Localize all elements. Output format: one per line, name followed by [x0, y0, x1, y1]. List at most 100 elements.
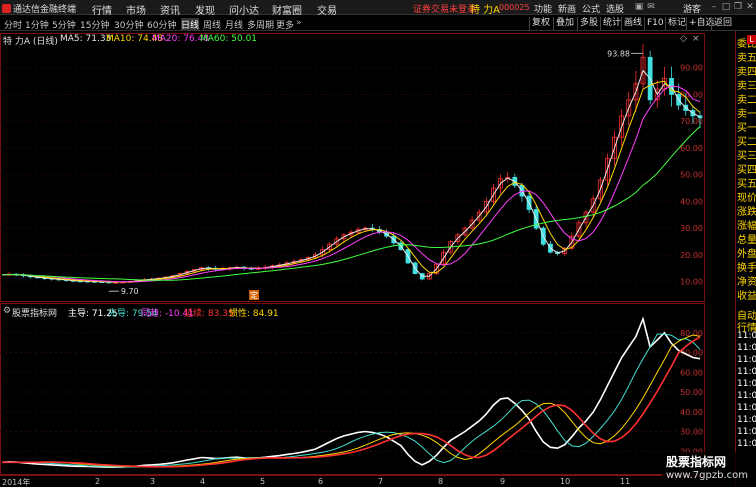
- quote-field: 买三: [737, 151, 756, 162]
- btn-fuquan[interactable]: 复权: [529, 17, 552, 30]
- period-weekly[interactable]: 周线: [203, 18, 221, 31]
- x-tick-label: 9: [500, 477, 506, 486]
- btn-diejia[interactable]: 叠加: [553, 17, 576, 30]
- y-tick-label: 20.00: [680, 251, 703, 260]
- menu-gongshi[interactable]: 公式: [582, 2, 600, 15]
- y-tick-label: 60.00: [680, 144, 703, 153]
- x-tick-label: 7: [378, 477, 384, 486]
- x-axis: 2014年 2 3 4 5 6 7 8 9 10 11: [0, 475, 705, 487]
- period-fenshi[interactable]: 分时: [4, 18, 22, 31]
- tick-field: 11:08: [737, 355, 756, 365]
- indicator-legend: ⚙ 股票指标网 主导: 71.25 先导: 79.54 同趋: -10.41 延续: 83…: [0, 305, 756, 319]
- legend-ma5: MA5: 71.33: [60, 34, 112, 44]
- period-monthly[interactable]: 月线: [225, 18, 243, 31]
- quote-field: 涨幅: [737, 221, 756, 232]
- close-icon[interactable]: ✕: [745, 2, 755, 12]
- btn-tongji[interactable]: 统计: [600, 17, 623, 30]
- period-5min[interactable]: 5分钟: [52, 18, 76, 31]
- stock-code: 000025: [499, 3, 530, 12]
- stock-name: 特 力A: [470, 5, 501, 16]
- period-1min[interactable]: 1分钟: [25, 18, 49, 31]
- menu-zixun[interactable]: 资讯: [160, 2, 180, 17]
- panel-close-icon[interactable]: ×: [692, 34, 700, 44]
- trade-login-status[interactable]: 证券交易未登录: [413, 2, 476, 15]
- period-toolbar: 分时 1分钟 5分钟 15分钟 30分钟 60分钟 日线 周线 月线 多周期 更…: [0, 16, 756, 31]
- tick-field: 11:09: [737, 427, 756, 437]
- menu-xuangu[interactable]: 选股: [606, 2, 624, 15]
- menu-shichang[interactable]: 市场: [126, 2, 146, 17]
- tick-field: 11:09: [737, 391, 756, 401]
- app-title: 通达信金融终端: [2, 2, 76, 15]
- skin-icon[interactable]: ▣: [634, 2, 644, 12]
- quote-field: 收益: [737, 291, 756, 302]
- btn-duogu[interactable]: 多股: [577, 17, 600, 30]
- quote-field: 总量: [737, 235, 756, 246]
- y-tick-label: 30.00: [680, 428, 703, 437]
- quote-field: 卖一: [737, 109, 756, 120]
- tick-field: 11:09: [737, 415, 756, 425]
- tick-field: 11:09: [737, 403, 756, 413]
- menu-caifuquan[interactable]: 财富圈: [272, 2, 302, 17]
- period-multi[interactable]: 多周期: [247, 18, 274, 31]
- tick-field: 11:09: [737, 439, 756, 449]
- y-tick-label: 90.00: [680, 64, 703, 73]
- high-label: 93.88: [607, 49, 630, 58]
- tick-field: 11:09: [737, 367, 756, 377]
- period-more[interactable]: 更多: [276, 18, 294, 31]
- btn-f10[interactable]: F10: [644, 17, 666, 30]
- chart-title: 特 力A (日线): [3, 37, 58, 47]
- period-15min[interactable]: 15分钟: [80, 18, 109, 31]
- quote-field: 卖五: [737, 53, 756, 64]
- settings-diamond-icon[interactable]: ◇: [680, 34, 687, 44]
- x-tick-label: 8: [438, 477, 444, 486]
- x-tick-label: 2: [95, 477, 101, 486]
- x-tick-label: 4: [200, 477, 206, 486]
- x-tick-label: 2014年: [2, 478, 31, 487]
- menu-youke[interactable]: 游客: [683, 2, 701, 15]
- y-tick-label: 10.00: [680, 278, 703, 287]
- y-tick-label: 50.00: [680, 171, 703, 180]
- message-icon[interactable]: ✉: [646, 2, 656, 12]
- more-chevron-icon[interactable]: »: [296, 18, 302, 28]
- app-name: 通达信金融终端: [13, 5, 77, 15]
- period-daily[interactable]: 日线: [181, 18, 200, 31]
- watermark-title: 股票指标网: [666, 455, 727, 469]
- low-label: 9.70: [121, 287, 139, 296]
- period-30min[interactable]: 30分钟: [114, 18, 143, 31]
- app-logo-icon: [2, 4, 11, 13]
- maximize-icon[interactable]: □: [721, 2, 731, 12]
- ma-legend: 特 力A (日线) MA5: 71.33 MA10: 74.48 MA20: 7…: [0, 33, 756, 47]
- minimize-icon[interactable]: –: [709, 2, 719, 12]
- x-tick-label: 3: [150, 477, 156, 486]
- btn-huaxian[interactable]: 画线: [621, 17, 644, 30]
- menu-xinhua[interactable]: 新画: [558, 2, 576, 15]
- quote-field: 卖三: [737, 81, 756, 92]
- restore-icon[interactable]: ❐: [733, 2, 743, 12]
- btn-fanhui[interactable]: 返回: [711, 17, 734, 30]
- period-60min[interactable]: 60分钟: [147, 18, 176, 31]
- menu-faxian[interactable]: 发现: [195, 2, 215, 17]
- quote-field: 买五: [737, 179, 756, 190]
- indicator-chart[interactable]: 80.0070.0060.0050.0040.0030.0020.00: [0, 303, 705, 475]
- x-tick-label: 6: [318, 477, 324, 486]
- legend-ma60: MA60: 50.01: [200, 34, 258, 44]
- menu-gongneng[interactable]: 功能: [534, 2, 552, 15]
- watermark-url: www.7gpzb.com: [666, 470, 748, 481]
- menu-wenxiaoda[interactable]: 问小达: [229, 2, 259, 17]
- x-tick-label: 5: [260, 477, 266, 486]
- tick-field: 11:09: [737, 379, 756, 389]
- quote-field: 涨跌: [737, 207, 756, 218]
- menu-jiaoyi[interactable]: 交易: [317, 2, 337, 17]
- indicator-value-4: 惯性: 84.91: [229, 309, 279, 319]
- quote-panel: 委比 卖五 卖四 卖三 卖二 卖一 买一 买二 买三 买四 买五 现价 涨跌 涨幅 总量 外盘 换手 净资 收益: [735, 31, 756, 303]
- indicator-settings-icon: ⚙: [3, 306, 12, 316]
- tick-field: 11:08: [737, 331, 756, 341]
- quote-field: 买一: [737, 123, 756, 134]
- y-tick-label: 50.00: [680, 388, 703, 397]
- menu-hangqing[interactable]: 行情: [92, 2, 112, 17]
- kline-chart[interactable]: 90.0080.0070.0060.0050.0040.0030.0020.00…: [0, 33, 705, 302]
- indicator-name: 股票指标网: [12, 309, 58, 319]
- quote-field: 卖二: [737, 95, 756, 106]
- btn-biaoji[interactable]: 标记: [665, 17, 688, 30]
- indicator-value-3: 延续: 83.35: [184, 309, 234, 319]
